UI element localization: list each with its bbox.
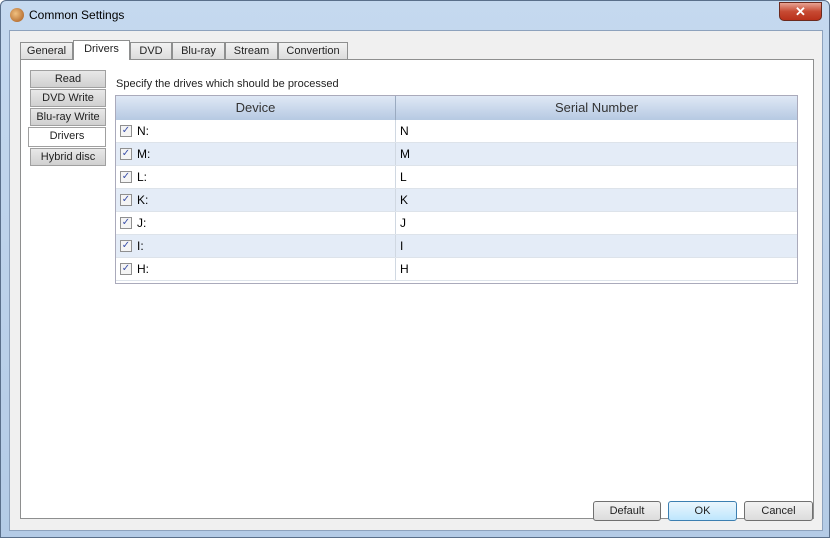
instruction-text: Specify the drives which should be proce… bbox=[116, 78, 339, 90]
drive-checkbox[interactable]: ✓ bbox=[120, 148, 132, 160]
device-cell: ✓ H: bbox=[116, 258, 396, 280]
close-button[interactable]: ✕ bbox=[779, 2, 822, 21]
device-cell: ✓ L: bbox=[116, 166, 396, 188]
title-bar: Common Settings ✕ bbox=[1, 1, 829, 29]
table-row[interactable]: ✓ J: J bbox=[116, 212, 797, 235]
drive-checkbox[interactable]: ✓ bbox=[120, 194, 132, 206]
serial-cell: M bbox=[400, 147, 410, 161]
tab-panel: Read DVD Write Blu-ray Write Drivers Hyb… bbox=[20, 59, 814, 519]
side-tab-bluray-write[interactable]: Blu-ray Write bbox=[30, 108, 106, 126]
column-header-device[interactable]: Device bbox=[116, 96, 396, 120]
serial-cell: N bbox=[400, 124, 409, 138]
tab-stream[interactable]: Stream bbox=[225, 42, 278, 59]
serial-cell: K bbox=[400, 193, 409, 207]
device-label: J: bbox=[137, 216, 147, 230]
window-title: Common Settings bbox=[29, 8, 125, 22]
device-cell: ✓ I: bbox=[116, 235, 396, 257]
ok-button[interactable]: OK bbox=[668, 501, 737, 521]
table-row[interactable]: ✓ N: N bbox=[116, 120, 797, 143]
check-icon: ✓ bbox=[121, 171, 131, 182]
table-row[interactable]: ✓ M: M bbox=[116, 143, 797, 166]
device-cell: ✓ N: bbox=[116, 120, 396, 142]
device-label: M: bbox=[137, 147, 151, 161]
check-icon: ✓ bbox=[121, 148, 131, 159]
device-cell: ✓ M: bbox=[116, 143, 396, 165]
drive-checkbox[interactable]: ✓ bbox=[120, 263, 132, 275]
check-icon: ✓ bbox=[121, 217, 131, 228]
device-label: K: bbox=[137, 193, 149, 207]
table-row[interactable]: ✓ H: H bbox=[116, 258, 797, 281]
drive-checkbox[interactable]: ✓ bbox=[120, 217, 132, 229]
app-icon bbox=[10, 8, 24, 22]
device-label: N: bbox=[137, 124, 149, 138]
side-tab-hybrid-disc[interactable]: Hybrid disc bbox=[30, 148, 106, 166]
default-button[interactable]: Default bbox=[593, 501, 661, 521]
cancel-button[interactable]: Cancel bbox=[744, 501, 813, 521]
serial-cell: H bbox=[400, 262, 409, 276]
tab-general[interactable]: General bbox=[20, 42, 73, 59]
device-label: H: bbox=[137, 262, 149, 276]
table-row[interactable]: ✓ K: K bbox=[116, 189, 797, 212]
table-row[interactable]: ✓ L: L bbox=[116, 166, 797, 189]
serial-cell: J bbox=[400, 216, 406, 230]
serial-cell: I bbox=[400, 239, 404, 253]
table-row[interactable]: ✓ I: I bbox=[116, 235, 797, 258]
tab-dvd[interactable]: DVD bbox=[130, 42, 172, 59]
drives-grid: Device Serial Number ✓ N: N ✓ M: M ✓ L: L ✓ K: K ✓ J:… bbox=[115, 95, 798, 284]
device-label: L: bbox=[137, 170, 148, 184]
drive-checkbox[interactable]: ✓ bbox=[120, 125, 132, 137]
check-icon: ✓ bbox=[121, 194, 131, 205]
side-tab-read[interactable]: Read bbox=[30, 70, 106, 88]
tab-bluray[interactable]: Blu-ray bbox=[172, 42, 225, 59]
check-icon: ✓ bbox=[121, 240, 131, 251]
device-cell: ✓ K: bbox=[116, 189, 396, 211]
tab-convertion[interactable]: Convertion bbox=[278, 42, 348, 59]
check-icon: ✓ bbox=[121, 263, 131, 274]
client-area: General Drivers DVD Blu-ray Stream Conve… bbox=[9, 30, 823, 531]
side-tab-dvd-write[interactable]: DVD Write bbox=[30, 89, 106, 107]
settings-window: Common Settings ✕ General Drivers DVD Bl… bbox=[0, 0, 830, 538]
drive-checkbox[interactable]: ✓ bbox=[120, 171, 132, 183]
serial-cell: L bbox=[400, 170, 407, 184]
column-header-serial[interactable]: Serial Number bbox=[396, 96, 797, 120]
device-cell: ✓ J: bbox=[116, 212, 396, 234]
device-label: I: bbox=[137, 239, 144, 253]
grid-header: Device Serial Number bbox=[116, 96, 797, 120]
side-tab-drivers[interactable]: Drivers bbox=[28, 127, 106, 147]
drive-checkbox[interactable]: ✓ bbox=[120, 240, 132, 252]
check-icon: ✓ bbox=[121, 125, 131, 136]
tab-drivers[interactable]: Drivers bbox=[73, 40, 130, 60]
